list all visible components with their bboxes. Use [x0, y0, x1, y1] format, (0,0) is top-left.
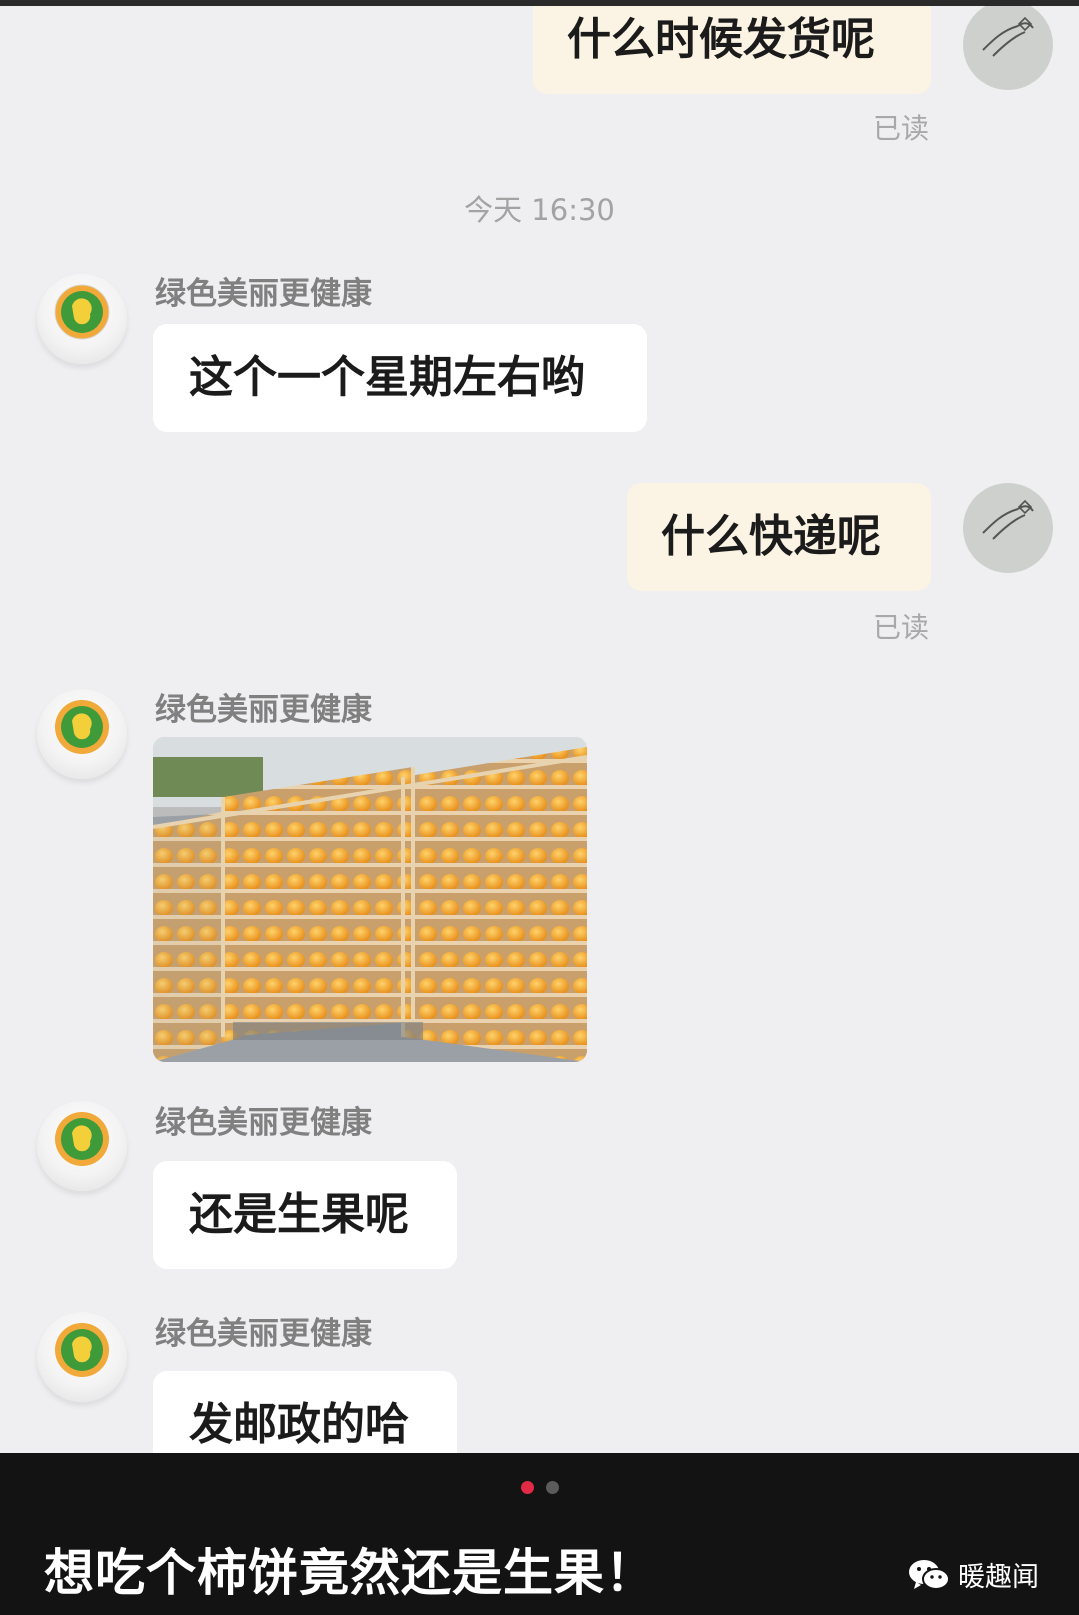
message-text: 这个一个星期左右哟 [189, 352, 585, 403]
brand-watermark: 暖趣闻 [908, 1555, 1039, 1594]
wechat-icon [909, 1559, 950, 1590]
shop-avatar[interactable] [37, 1312, 127, 1402]
message-text: 什么快递呢 [661, 511, 881, 562]
sender-name: 绿色美丽更健康 [155, 1105, 372, 1141]
green-logo-icon [55, 1112, 109, 1166]
message-text: 还是生果呢 [189, 1189, 409, 1240]
shop-avatar[interactable] [37, 689, 127, 779]
carousel-dot[interactable] [545, 1481, 559, 1494]
shop-avatar[interactable] [37, 1101, 127, 1191]
green-logo-icon [55, 1323, 109, 1377]
message-text: 什么时候发货呢 [567, 14, 875, 65]
hand-sketch-icon [982, 499, 1034, 540]
green-logo-icon [55, 700, 109, 754]
user-avatar[interactable] [963, 6, 1053, 90]
message-bubble-outgoing[interactable]: 什么时候发货呢 [533, 6, 931, 94]
timestamp: 今天 16:30 [464, 193, 615, 227]
sender-name: 绿色美丽更健康 [155, 692, 372, 728]
persimmon-racks-image [153, 737, 587, 1062]
green-logo-icon [54, 284, 110, 340]
message-bubble-incoming[interactable]: 这个一个星期左右哟 [153, 324, 647, 432]
carousel-indicator[interactable] [0, 1481, 1079, 1494]
hand-sketch-icon [982, 16, 1034, 57]
carousel-dot-active[interactable] [520, 1481, 534, 1494]
sender-name: 绿色美丽更健康 [155, 1316, 372, 1352]
message-bubble-incoming[interactable]: 还是生果呢 [153, 1161, 457, 1269]
brand-name: 暖趣闻 [958, 1562, 1039, 1593]
message-bubble-incoming[interactable]: 发邮政的哈 [153, 1371, 457, 1453]
user-avatar[interactable] [963, 483, 1053, 573]
message-text: 发邮政的哈 [189, 1399, 409, 1450]
caption-text: 想吃个柿饼竟然还是生果！ [44, 1544, 656, 1602]
shop-avatar[interactable] [37, 274, 127, 364]
read-receipt: 已读 [873, 611, 930, 644]
read-receipt: 已读 [873, 112, 930, 145]
sender-name: 绿色美丽更健康 [155, 276, 372, 312]
caption-bar: 想吃个柿饼竟然还是生果！ 暖趣闻 [0, 1453, 1079, 1615]
persimmons-photo[interactable] [153, 737, 587, 1062]
chat-area[interactable]: 什么时候发货呢 已读 今天 16:30 绿色美丽更健康 这个一个星期左右哟 什么… [0, 6, 1079, 1453]
message-bubble-outgoing[interactable]: 什么快递呢 [627, 483, 931, 591]
